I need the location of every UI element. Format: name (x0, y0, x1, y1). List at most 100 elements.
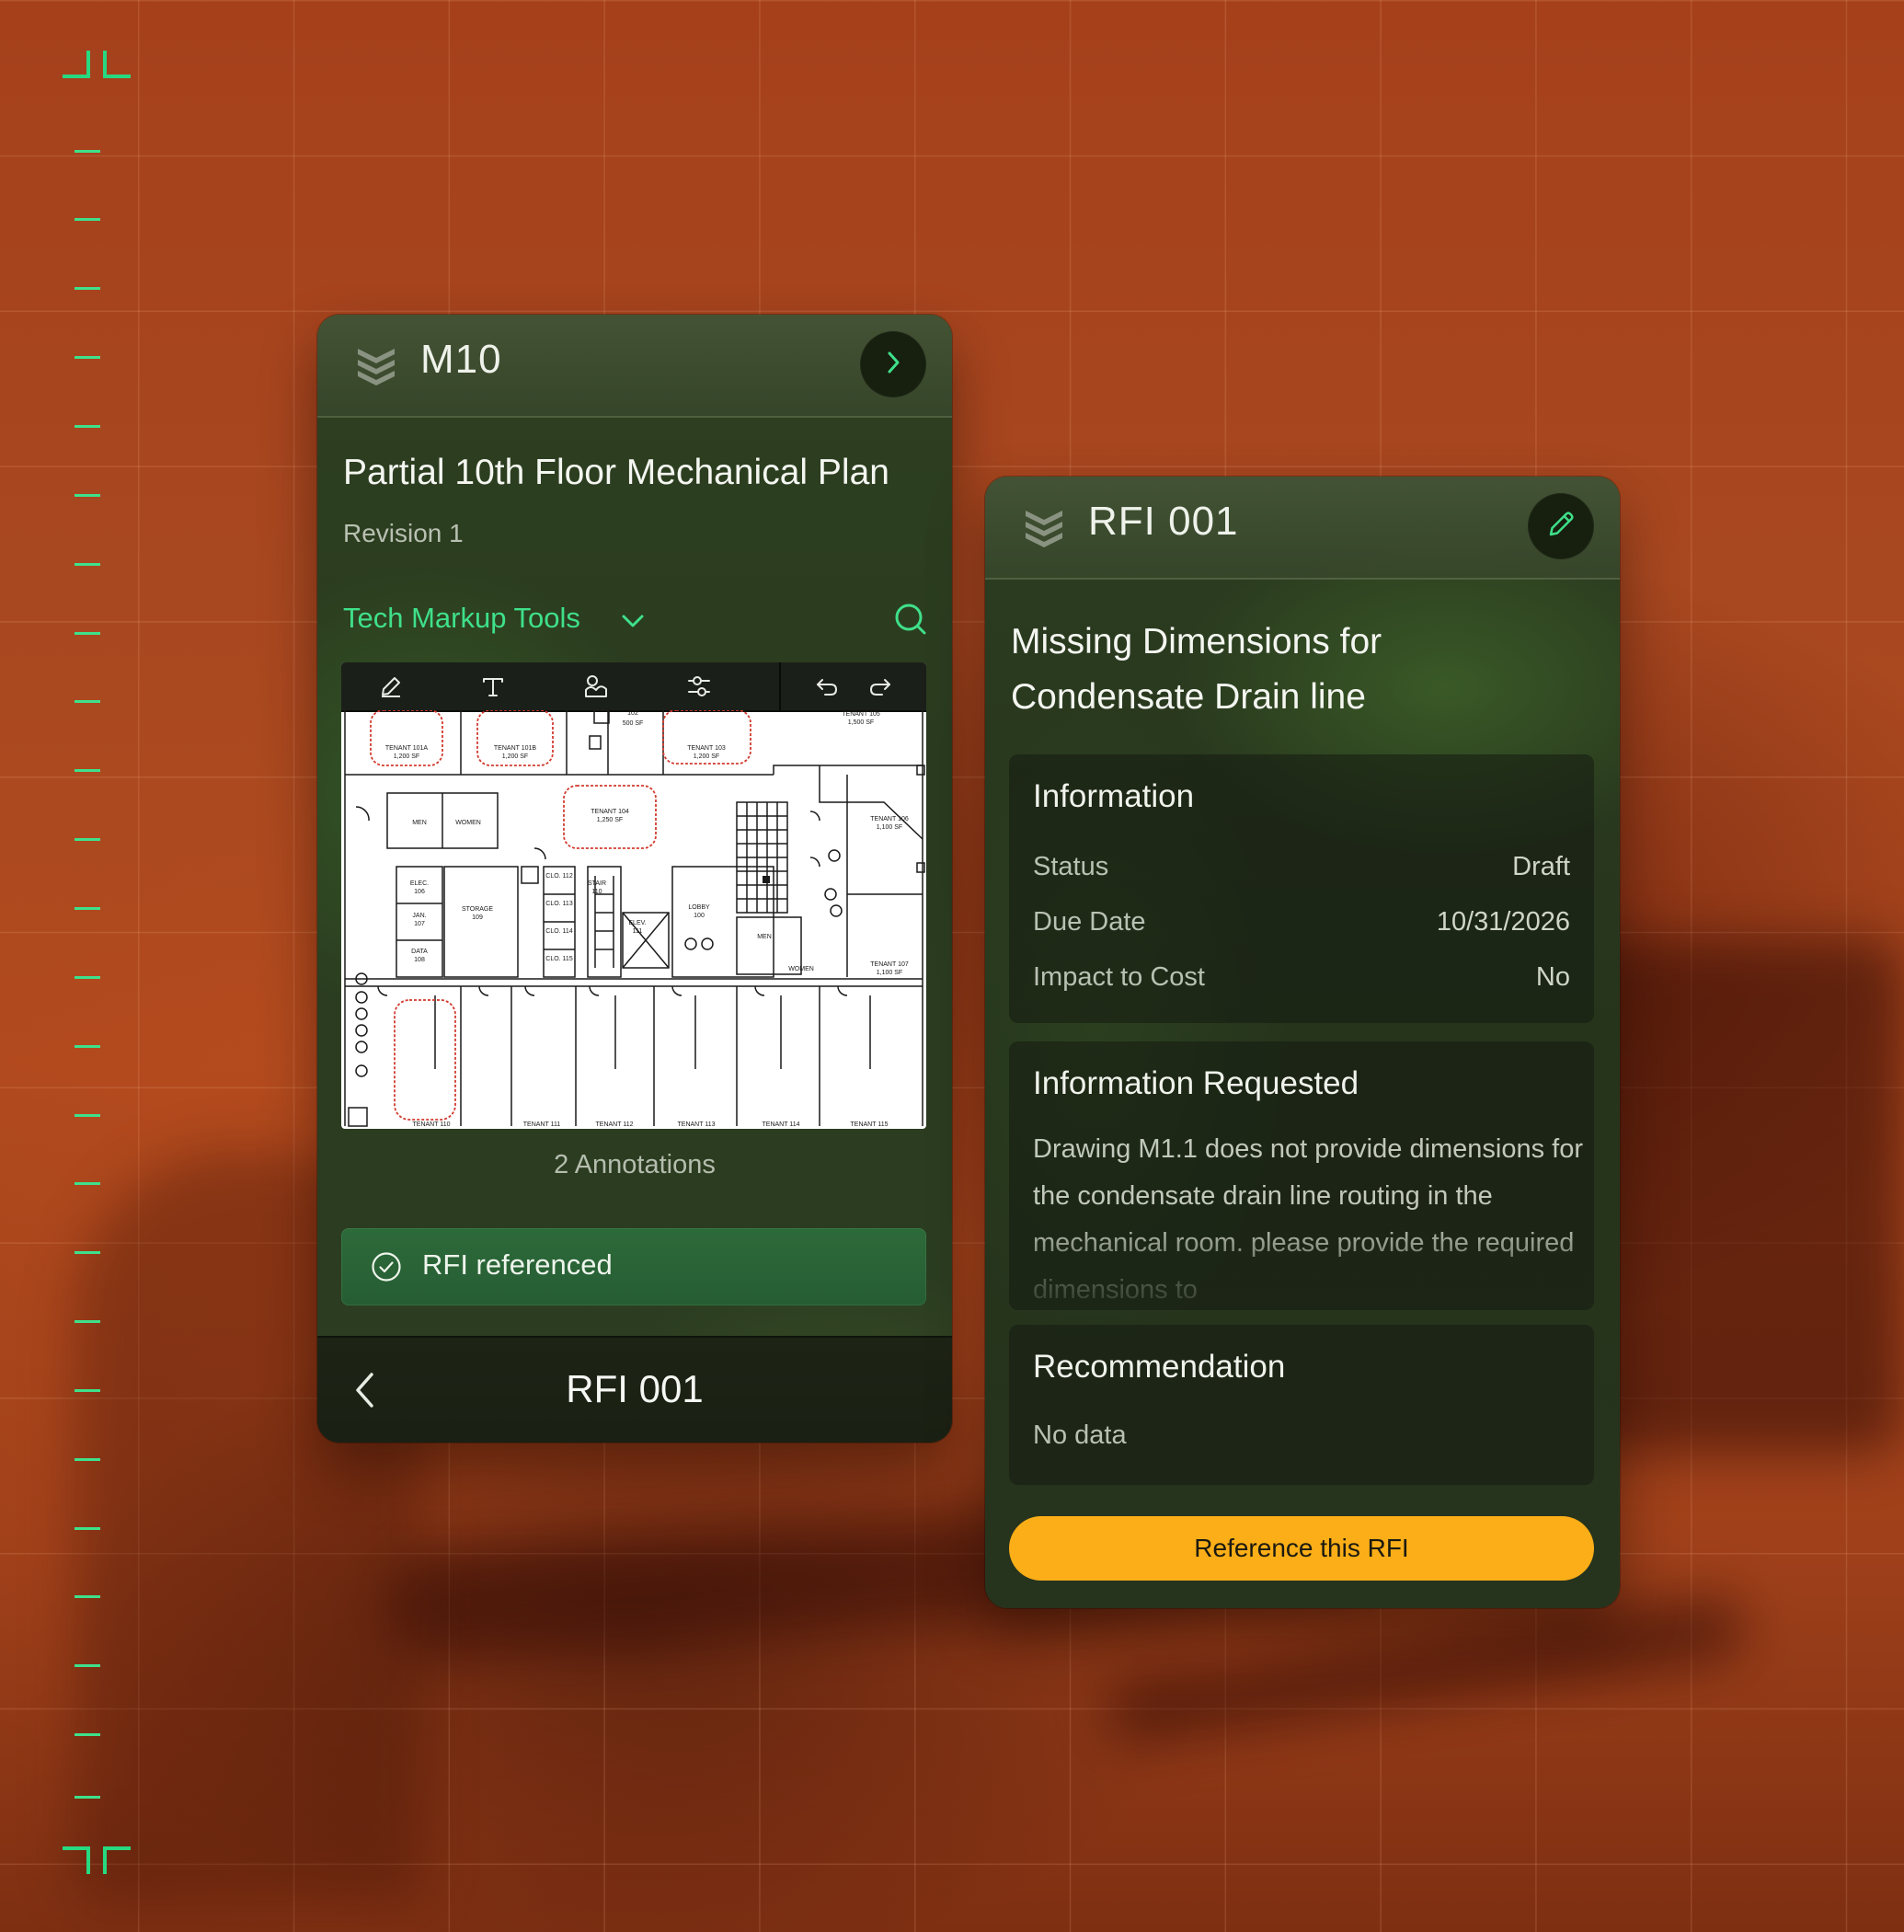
information-heading: Information (1033, 778, 1195, 814)
pen-icon[interactable] (376, 672, 406, 701)
recommendation-heading: Recommendation (1033, 1349, 1286, 1385)
measurement-ruler (63, 51, 131, 1874)
plan-label: ELEC. (410, 880, 429, 887)
ruler-tick (75, 1114, 100, 1117)
text-icon[interactable] (478, 672, 508, 701)
rfi-code: RFI 001 (1088, 499, 1239, 544)
information-requested-panel[interactable]: Information Requested Drawing M1.1 does … (1009, 1041, 1594, 1310)
plan-label: STAIR (588, 880, 606, 887)
plan-label: 500 SF (623, 720, 644, 727)
due-date-label: Due Date (1033, 907, 1146, 937)
plan-label: 100 (694, 913, 705, 919)
sheet-code: M10 (420, 337, 502, 382)
ruler-tick (75, 1664, 100, 1667)
plan-label: TENANT 113 (678, 1121, 716, 1128)
plan-label: TENANT 101B (494, 745, 536, 752)
adjust-icon[interactable] (684, 672, 714, 701)
ruler-corner-top-left (63, 51, 90, 78)
reference-rfi-button[interactable]: Reference this RFI (1009, 1516, 1594, 1581)
recommendation-panel: Recommendation No data (1009, 1325, 1594, 1485)
plan-label: LOBBY (688, 904, 710, 911)
ruler-tick (75, 218, 100, 221)
plan-label: ELEV. (628, 920, 646, 926)
ruler-tick (75, 356, 100, 359)
next-sheet-button[interactable] (860, 331, 926, 397)
plan-label: TENANT 103 (687, 745, 726, 752)
information-panel: Information Status Draft Due Date 10/31/… (1009, 754, 1594, 1023)
shapes-icon[interactable] (581, 672, 611, 701)
recommendation-text: No data (1033, 1420, 1127, 1450)
rfi-card: RFI 001 Missing Dimensions for Condensat… (985, 477, 1620, 1608)
rfi-referenced-label: RFI referenced (422, 1248, 613, 1281)
plan-label: 1,200 SF (394, 753, 419, 760)
undo-icon[interactable] (812, 672, 842, 701)
plan-label: TENANT 110 (413, 1121, 451, 1128)
plan-label: TENANT 115 (851, 1121, 889, 1128)
plan-label: STORAGE (462, 906, 493, 913)
edit-rfi-button[interactable] (1528, 493, 1594, 559)
plan-label: 106 (414, 889, 425, 895)
ruler-tick (75, 1595, 100, 1598)
ruler-tick (75, 838, 100, 841)
ruler-corner-bottom-left (63, 1846, 90, 1874)
sheet-card: M10 Partial 10th Floor Mechanical Plan R… (317, 315, 952, 1443)
plan-label: TENANT 105 (842, 711, 880, 718)
plan-label: CLO. 114 (545, 928, 573, 935)
plan-label: MEN (757, 934, 772, 940)
ruler-tick (75, 1389, 100, 1392)
toolbar-divider (779, 662, 781, 710)
plan-label: TENANT 106 (870, 816, 909, 822)
ruler-tick (75, 1458, 100, 1461)
ruler-tick (75, 1320, 100, 1323)
plan-label: 111 (633, 928, 643, 935)
plan-label: 108 (414, 957, 425, 963)
ruler-tick (75, 150, 100, 153)
plan-label: JAN. (412, 913, 426, 919)
ruler-tick (75, 494, 100, 497)
sheet-revision: Revision 1 (343, 519, 464, 547)
ruler-corner-bottom-right (103, 1846, 131, 1874)
rfi-title: Missing Dimensions for Condensate Drain … (1011, 622, 1382, 717)
sheet-card-header: M10 (317, 315, 952, 418)
plan-label: TENANT 114 (763, 1121, 800, 1128)
ruler-tick (75, 769, 100, 772)
ruler-tick (75, 1527, 100, 1530)
rfi-referenced-banner[interactable]: RFI referenced (341, 1228, 926, 1305)
layers-icon (356, 345, 396, 387)
status-label: Status (1033, 852, 1109, 881)
ruler-tick (75, 1182, 100, 1185)
plan-label: TENANT 101A (385, 745, 428, 752)
ruler-tick (75, 907, 100, 910)
impact-to-cost-label: Impact to Cost (1033, 962, 1205, 992)
drawing-viewer[interactable]: TENANT 101A 1,200 SF TENANT 101B 1,200 S… (341, 662, 926, 1129)
ruler-tick (75, 1045, 100, 1048)
layers-icon (1024, 507, 1064, 549)
ruler-tick (75, 1796, 100, 1799)
markup-toolbar (341, 662, 926, 712)
rfi-card-header: RFI 001 (985, 477, 1620, 580)
ruler-tick (75, 1733, 100, 1736)
annotations-count: 2 Annotations (554, 1150, 716, 1179)
plan-label: 1,500 SF (848, 719, 874, 726)
chevron-down-icon[interactable] (619, 607, 647, 639)
markup-tools-dropdown[interactable]: Tech Markup Tools (343, 602, 580, 635)
plan-label: 1,100 SF (877, 824, 902, 831)
plan-label: 1,200 SF (502, 753, 528, 760)
plan-label: 110 (591, 889, 602, 895)
plan-label: MEN (412, 820, 427, 826)
search-icon[interactable] (893, 602, 928, 641)
plan-label: CLO. 115 (545, 956, 573, 962)
markup-tools-row: Tech Markup Tools (343, 602, 928, 642)
ruler-tick (75, 563, 100, 566)
status-value: Draft (1512, 852, 1570, 881)
ruler-tick (75, 1251, 100, 1254)
plan-label: 1,100 SF (877, 970, 902, 976)
ruler-tick (75, 425, 100, 428)
pencil-icon (1545, 509, 1577, 545)
plan-label: 102 (627, 710, 638, 717)
redo-icon[interactable] (866, 672, 895, 701)
check-circle-icon (371, 1251, 402, 1287)
impact-to-cost-value: No (1535, 962, 1570, 992)
plan-label: TENANT 112 (596, 1121, 634, 1128)
due-date-value: 10/31/2026 (1436, 907, 1570, 937)
